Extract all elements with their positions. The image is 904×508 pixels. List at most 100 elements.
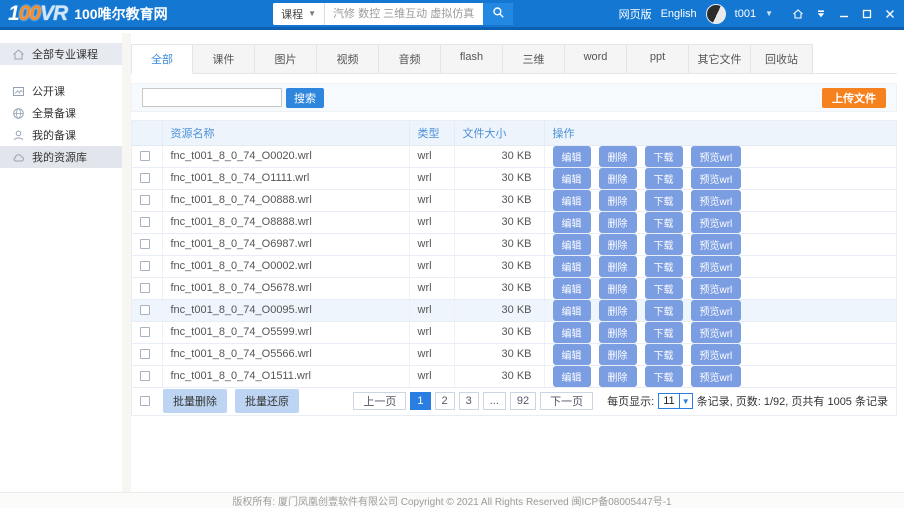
preview-button[interactable]: 预览wrl — [691, 344, 742, 365]
download-icon[interactable] — [815, 8, 827, 20]
download-button[interactable]: 下载 — [645, 344, 683, 365]
tab-item[interactable]: 音频 — [379, 44, 441, 74]
download-button[interactable]: 下载 — [645, 256, 683, 277]
preview-button[interactable]: 预览wrl — [691, 212, 742, 233]
sidebar-item[interactable]: 我的资源库 — [0, 146, 122, 168]
delete-button[interactable]: 删除 — [599, 256, 637, 277]
row-checkbox[interactable] — [140, 305, 150, 315]
preview-button[interactable]: 预览wrl — [691, 256, 742, 277]
delete-button[interactable]: 删除 — [599, 344, 637, 365]
row-checkbox[interactable] — [140, 239, 150, 249]
row-checkbox[interactable] — [140, 327, 150, 337]
delete-button[interactable]: 删除 — [599, 212, 637, 233]
home-icon[interactable] — [792, 8, 804, 20]
row-checkbox[interactable] — [140, 371, 150, 381]
tab-item[interactable]: flash — [441, 44, 503, 74]
preview-button[interactable]: 预览wrl — [691, 234, 742, 255]
delete-button[interactable]: 删除 — [599, 168, 637, 189]
page-button[interactable]: 3 — [459, 392, 479, 410]
row-checkbox[interactable] — [140, 283, 150, 293]
edit-button[interactable]: 编辑 — [553, 168, 591, 189]
page-button[interactable]: 1 — [410, 392, 430, 410]
preview-button[interactable]: 预览wrl — [691, 190, 742, 211]
edit-button[interactable]: 编辑 — [553, 366, 591, 387]
user-menu-chevron-icon[interactable]: ▼ — [765, 9, 773, 18]
delete-button[interactable]: 删除 — [599, 278, 637, 299]
upload-file-button[interactable]: 上传文件 — [822, 88, 886, 108]
download-button[interactable]: 下载 — [645, 212, 683, 233]
next-page-button[interactable]: 下一页 — [540, 392, 593, 410]
tab-item[interactable]: 视频 — [317, 44, 379, 74]
select-all-checkbox[interactable] — [140, 396, 150, 406]
tab-item[interactable]: 全部 — [131, 44, 193, 74]
close-icon[interactable] — [884, 8, 896, 20]
download-button[interactable]: 下载 — [645, 234, 683, 255]
sidebar-item[interactable]: 全景备课 — [0, 102, 122, 124]
preview-button[interactable]: 预览wrl — [691, 322, 742, 343]
page-button[interactable]: 92 — [510, 392, 536, 410]
resource-search-input[interactable] — [142, 88, 282, 107]
search-button[interactable] — [483, 3, 513, 25]
row-checkbox[interactable] — [140, 349, 150, 359]
page-button[interactable]: 2 — [435, 392, 455, 410]
row-checkbox[interactable] — [140, 151, 150, 161]
batch-restore-button[interactable]: 批量还原 — [235, 389, 299, 413]
download-button[interactable]: 下载 — [645, 190, 683, 211]
maximize-icon[interactable] — [861, 8, 873, 20]
preview-button[interactable]: 预览wrl — [691, 168, 742, 189]
username[interactable]: t001 — [735, 8, 756, 20]
language-link[interactable]: English — [661, 8, 697, 20]
row-actions: 编辑删除下载预览wrl — [544, 189, 896, 211]
resource-size: 30 KB — [454, 277, 544, 299]
download-button[interactable]: 下载 — [645, 168, 683, 189]
delete-button[interactable]: 删除 — [599, 300, 637, 321]
download-button[interactable]: 下载 — [645, 366, 683, 387]
tab-item[interactable]: ppt — [627, 44, 689, 74]
preview-button[interactable]: 预览wrl — [691, 300, 742, 321]
sidebar-item[interactable]: 全部专业课程 — [0, 43, 122, 65]
delete-button[interactable]: 删除 — [599, 146, 637, 167]
tab-item[interactable]: 图片 — [255, 44, 317, 74]
edit-button[interactable]: 编辑 — [553, 256, 591, 277]
tab-item[interactable]: 其它文件 — [689, 44, 751, 74]
edit-button[interactable]: 编辑 — [553, 322, 591, 343]
delete-button[interactable]: 删除 — [599, 366, 637, 387]
tab-item[interactable]: 三维 — [503, 44, 565, 74]
sidebar-item[interactable]: 公开课 — [0, 80, 122, 102]
preview-button[interactable]: 预览wrl — [691, 278, 742, 299]
download-button[interactable]: 下载 — [645, 146, 683, 167]
edit-button[interactable]: 编辑 — [553, 344, 591, 365]
preview-button[interactable]: 预览wrl — [691, 146, 742, 167]
tab-item[interactable]: 回收站 — [751, 44, 813, 74]
edit-button[interactable]: 编辑 — [553, 146, 591, 167]
minimize-icon[interactable] — [838, 8, 850, 20]
edit-button[interactable]: 编辑 — [553, 300, 591, 321]
edit-button[interactable]: 编辑 — [553, 234, 591, 255]
download-button[interactable]: 下载 — [645, 322, 683, 343]
prev-page-button[interactable]: 上一页 — [353, 392, 406, 410]
row-checkbox[interactable] — [140, 195, 150, 205]
edit-button[interactable]: 编辑 — [553, 190, 591, 211]
per-page-select[interactable]: 11 ▼ — [658, 393, 692, 409]
preview-button[interactable]: 预览wrl — [691, 366, 742, 387]
row-checkbox[interactable] — [140, 173, 150, 183]
delete-button[interactable]: 删除 — [599, 190, 637, 211]
page-ellipsis[interactable]: ... — [483, 392, 506, 410]
sidebar-item[interactable]: 我的备课 — [0, 124, 122, 146]
web-version-link[interactable]: 网页版 — [619, 6, 652, 22]
row-checkbox[interactable] — [140, 261, 150, 271]
tab-item[interactable]: 课件 — [193, 44, 255, 74]
batch-delete-button[interactable]: 批量删除 — [163, 389, 227, 413]
edit-button[interactable]: 编辑 — [553, 278, 591, 299]
tab-item[interactable]: word — [565, 44, 627, 74]
search-category-select[interactable]: 课程 ▼ — [273, 3, 325, 25]
download-button[interactable]: 下载 — [645, 300, 683, 321]
delete-button[interactable]: 删除 — [599, 322, 637, 343]
row-checkbox[interactable] — [140, 217, 150, 227]
resource-search-button[interactable]: 搜索 — [286, 88, 324, 108]
avatar[interactable] — [706, 4, 726, 24]
edit-button[interactable]: 编辑 — [553, 212, 591, 233]
delete-button[interactable]: 删除 — [599, 234, 637, 255]
search-input[interactable] — [325, 3, 483, 25]
download-button[interactable]: 下载 — [645, 278, 683, 299]
